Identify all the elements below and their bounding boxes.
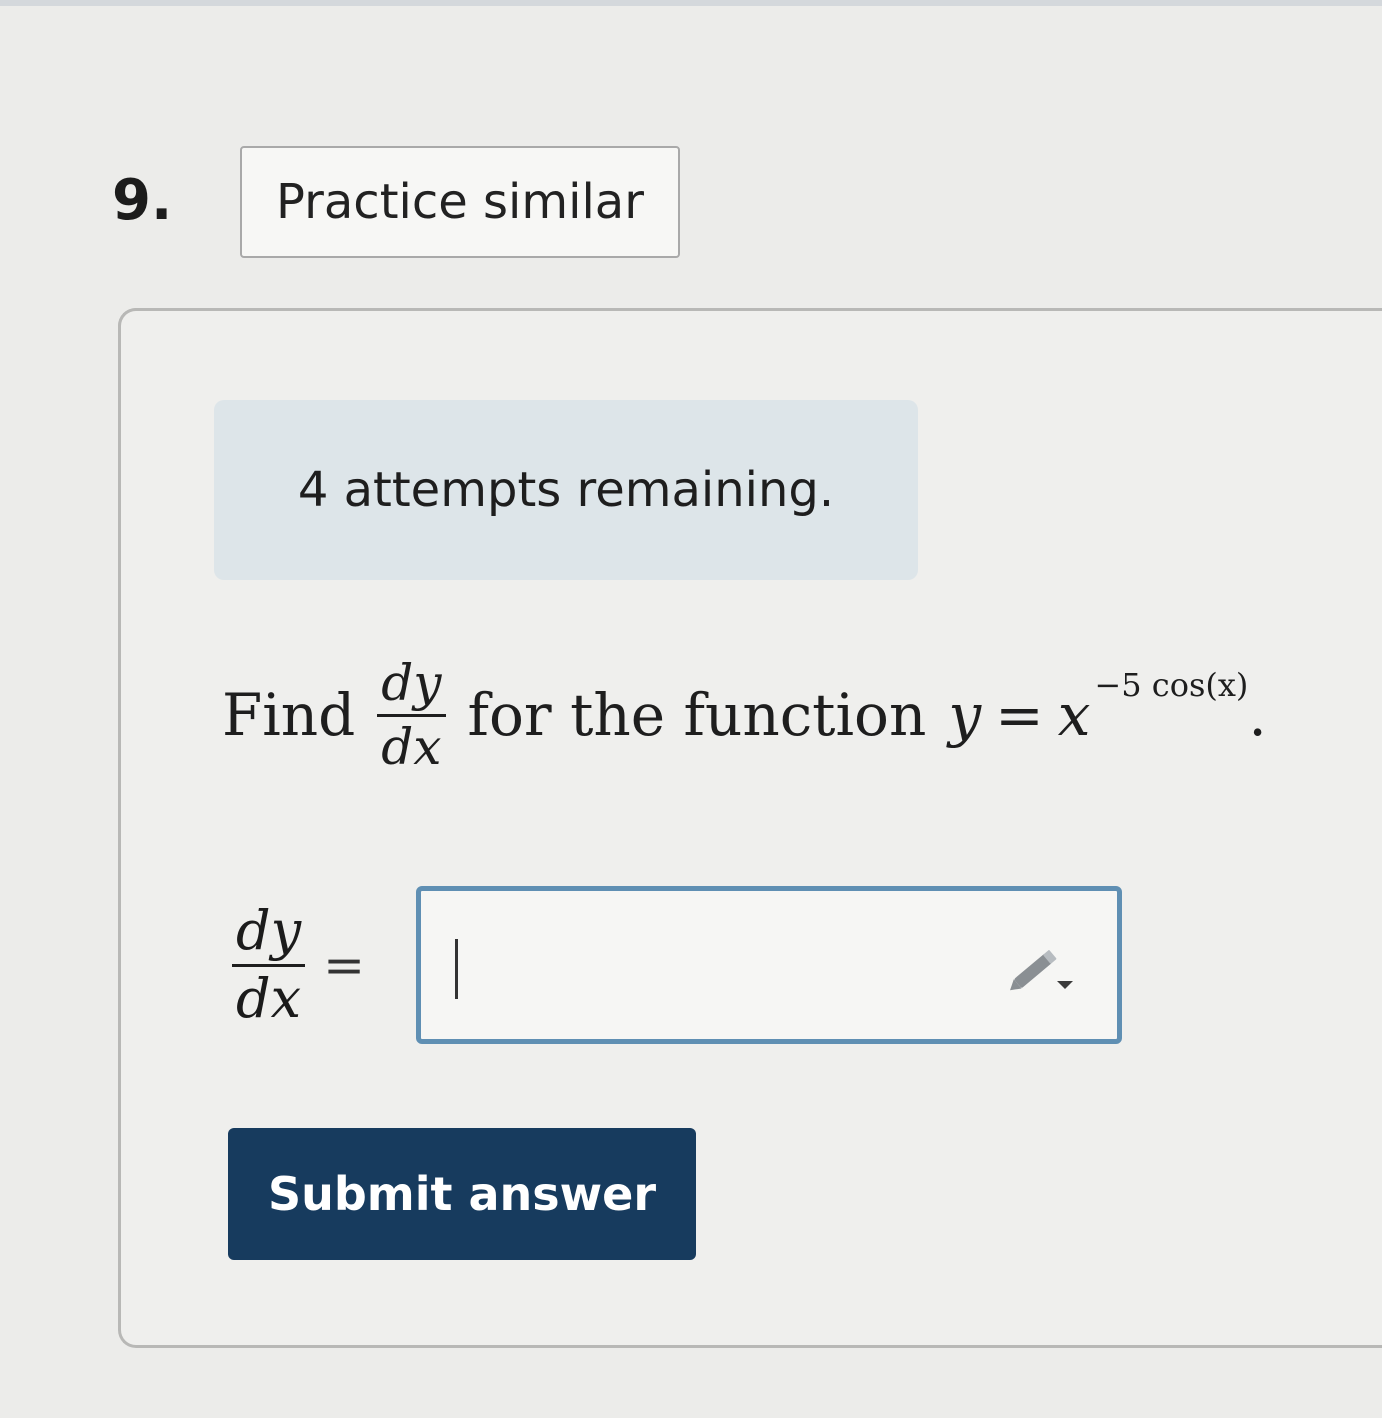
function-exponent: −5 cos(x) — [1094, 666, 1249, 704]
answer-lhs-denominator: dx — [232, 963, 306, 1028]
function-base: x — [1057, 681, 1091, 749]
top-strip — [0, 0, 1382, 6]
derivative-fraction: dy dx — [377, 654, 446, 774]
answer-input[interactable] — [416, 886, 1122, 1044]
answer-lhs-numerator: dy — [236, 898, 302, 962]
answer-equals: = — [323, 936, 365, 994]
find-word: Find — [222, 681, 356, 749]
answer-row: dy dx = — [232, 880, 375, 1050]
problem-statement: Find dy dx for the function y = x −5 cos… — [222, 640, 1372, 790]
derivative-numerator: dy — [381, 654, 442, 712]
problem-mid-text: for the function — [467, 681, 927, 749]
derivative-denominator: dx — [377, 713, 446, 774]
problem-end: . — [1248, 681, 1267, 749]
attempts-text: 4 attempts remaining. — [297, 462, 835, 518]
function-equals: = — [995, 681, 1044, 749]
function-y: y — [948, 681, 982, 749]
text-caret — [455, 939, 458, 999]
attempts-remaining-banner: 4 attempts remaining. — [214, 400, 918, 580]
answer-lhs-fraction: dy dx — [232, 898, 306, 1028]
question-number: 9. — [112, 168, 173, 233]
pencil-dropdown-icon[interactable] — [1007, 941, 1077, 997]
submit-answer-button[interactable]: Submit answer — [228, 1128, 696, 1260]
practice-similar-button[interactable]: Practice similar — [240, 146, 680, 258]
